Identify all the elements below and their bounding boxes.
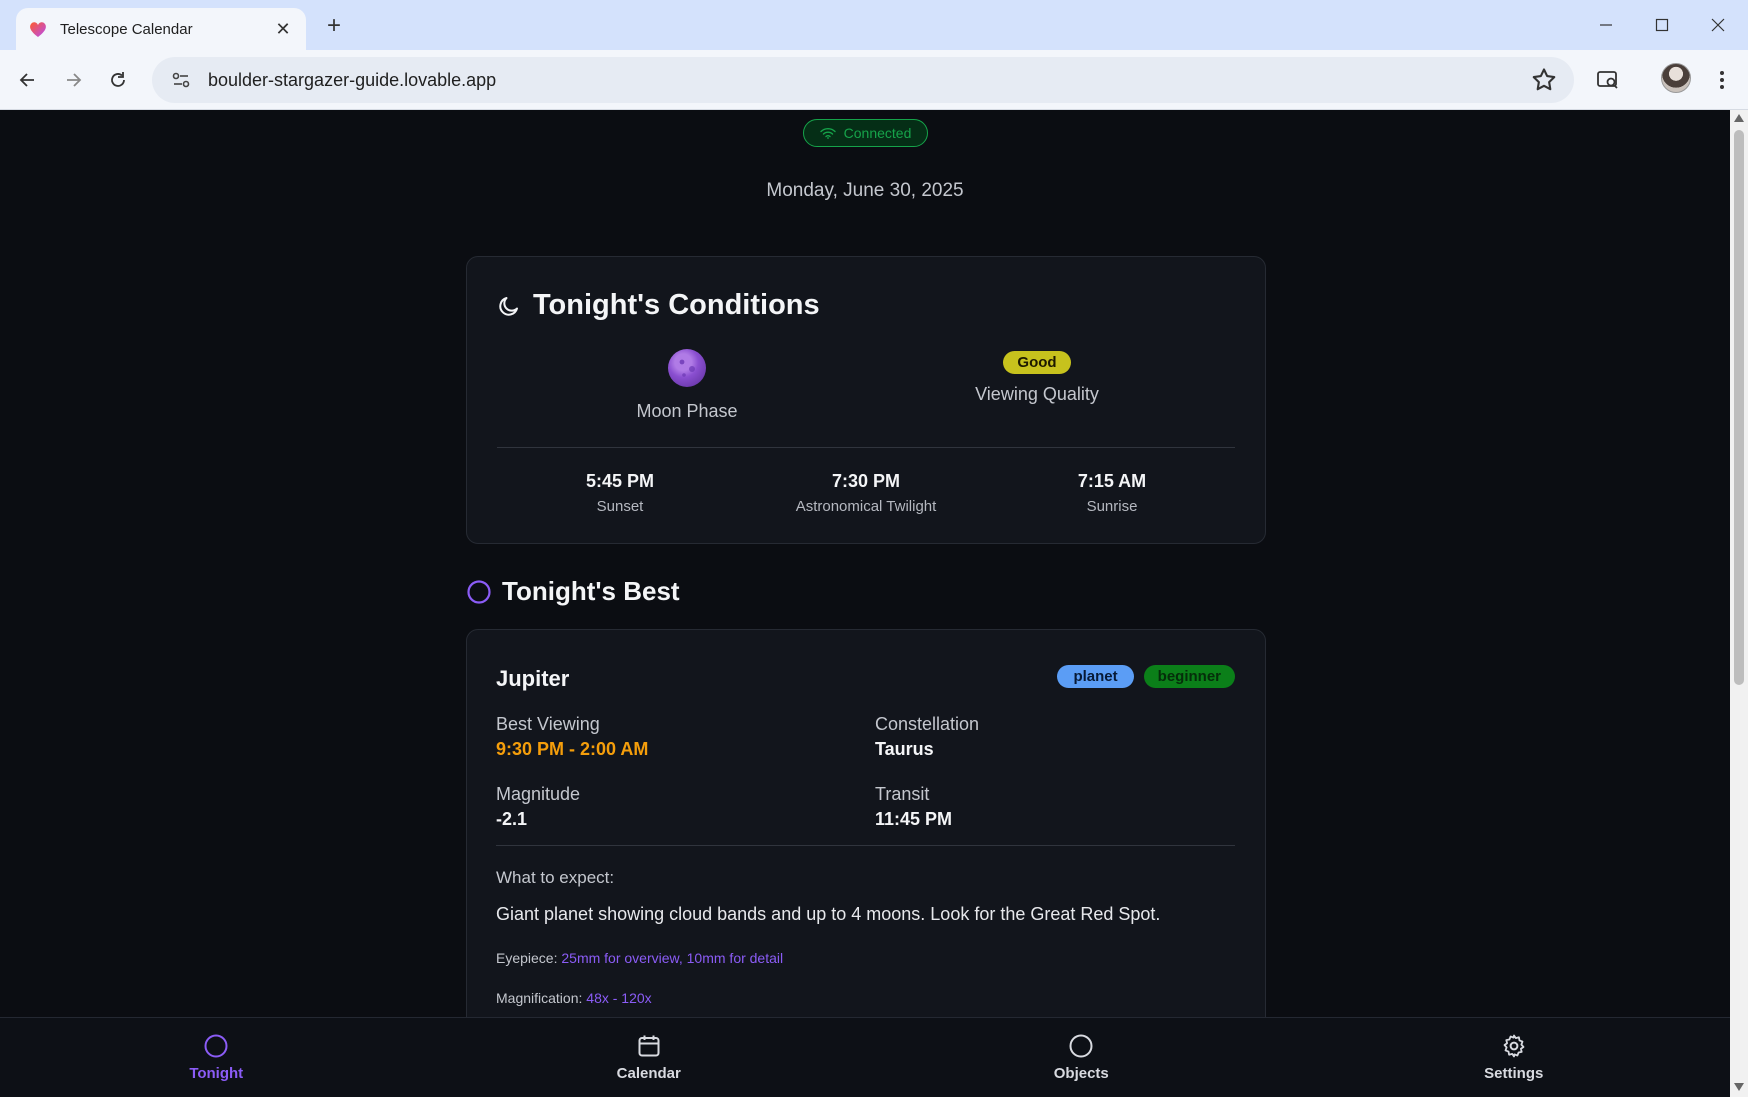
sunset-time: 5:45 PM Sunset bbox=[585, 471, 655, 515]
minimize-icon[interactable] bbox=[1578, 8, 1634, 42]
transit-value: 11:45 PM bbox=[875, 809, 953, 829]
moon-icon bbox=[499, 296, 518, 316]
nav-tonight[interactable]: Tonight bbox=[0, 1018, 433, 1097]
eyepiece-info: Eyepiece: 25mm for overview, 10mm for de… bbox=[496, 950, 784, 966]
tag-beginner: beginner bbox=[1143, 665, 1235, 688]
scroll-down-arrow[interactable] bbox=[1734, 1083, 1744, 1091]
tab-strip: Telescope Calendar ✕ + bbox=[0, 0, 1748, 50]
moon-phase-icon bbox=[668, 349, 706, 387]
sunrise-time: 7:15 AM Sunrise bbox=[1077, 471, 1147, 515]
circle-icon bbox=[204, 1034, 228, 1058]
browser-tab[interactable]: Telescope Calendar ✕ bbox=[16, 8, 306, 50]
nav-objects[interactable]: Objects bbox=[865, 1018, 1298, 1097]
url-text[interactable]: boulder-stargazer-guide.lovable.app bbox=[208, 70, 496, 91]
close-window-icon[interactable] bbox=[1690, 8, 1746, 42]
lovable-heart-icon bbox=[30, 22, 46, 37]
connection-status-badge: Connected bbox=[803, 119, 928, 147]
address-bar[interactable]: boulder-stargazer-guide.lovable.app bbox=[152, 57, 1574, 103]
maximize-icon[interactable] bbox=[1634, 8, 1690, 42]
profile-avatar[interactable] bbox=[1661, 63, 1691, 93]
what-to-expect-text: Giant planet showing cloud bands and up … bbox=[496, 904, 1161, 924]
conditions-title: Tonight's Conditions bbox=[533, 289, 820, 321]
vertical-scrollbar[interactable] bbox=[1730, 110, 1748, 1097]
astronomical-twilight-time: 7:30 PM Astronomical Twilight bbox=[795, 471, 937, 515]
magnitude-field: Magnitude -2.1 bbox=[496, 784, 581, 829]
connection-status-text: Connected bbox=[843, 125, 912, 141]
wifi-icon bbox=[819, 127, 836, 139]
nav-calendar[interactable]: Calendar bbox=[433, 1018, 866, 1097]
magnification-value: 48x - 120x bbox=[586, 990, 652, 1006]
viewing-quality-badge: Good bbox=[1003, 351, 1071, 374]
transit-field: Transit 11:45 PM bbox=[875, 784, 953, 829]
page-viewport: Connected Monday, June 30, 2025 Tonight'… bbox=[0, 110, 1730, 1097]
gear-icon bbox=[1503, 1034, 1525, 1058]
conditions-header: Tonight's Conditions bbox=[497, 289, 820, 322]
tonights-best-header: Tonight's Best bbox=[466, 576, 680, 607]
moon-phase-label: Moon Phase bbox=[636, 401, 738, 421]
what-to-expect-label: What to expect: bbox=[496, 868, 615, 887]
sun-times-row: 5:45 PM Sunset 7:30 PM Astronomical Twil… bbox=[497, 471, 1235, 515]
viewing-quality-label: Viewing Quality bbox=[975, 384, 1099, 404]
divider bbox=[497, 447, 1235, 448]
bottom-navigation: Tonight Calendar Objects Settings bbox=[0, 1017, 1730, 1097]
new-tab-icon[interactable]: + bbox=[318, 10, 350, 42]
magnitude-value: -2.1 bbox=[496, 809, 528, 829]
best-viewing-field: Best Viewing 9:30 PM - 2:00 AM bbox=[496, 714, 649, 759]
circle-icon bbox=[467, 579, 491, 604]
divider bbox=[496, 845, 1235, 846]
reload-icon[interactable] bbox=[100, 62, 136, 98]
nav-settings[interactable]: Settings bbox=[1298, 1018, 1731, 1097]
browser-chrome: Telescope Calendar ✕ + boulder-stargazer… bbox=[0, 0, 1748, 110]
bookmark-star-icon[interactable] bbox=[1530, 66, 1558, 94]
tonights-conditions-card: Tonight's Conditions Moon Phase Good Vie… bbox=[466, 256, 1266, 544]
forward-icon[interactable] bbox=[55, 62, 91, 98]
scrollbar-thumb[interactable] bbox=[1734, 130, 1744, 685]
current-date: Monday, June 30, 2025 bbox=[766, 180, 964, 201]
circle-icon bbox=[1069, 1034, 1093, 1058]
moon-phase-block: Moon Phase bbox=[577, 349, 797, 422]
best-viewing-value: 9:30 PM - 2:00 AM bbox=[496, 739, 649, 759]
object-tags: planet beginner bbox=[1057, 665, 1235, 688]
tonights-best-title: Tonight's Best bbox=[502, 576, 680, 606]
tab-close-icon[interactable]: ✕ bbox=[272, 19, 294, 40]
constellation-field: Constellation Taurus bbox=[875, 714, 980, 759]
tab-title: Telescope Calendar bbox=[60, 20, 193, 38]
calendar-icon bbox=[638, 1035, 660, 1057]
eyepiece-value: 25mm for overview, 10mm for detail bbox=[561, 950, 784, 966]
constellation-value: Taurus bbox=[875, 739, 934, 759]
site-settings-icon[interactable] bbox=[170, 69, 192, 91]
viewing-quality-block: Good Viewing Quality bbox=[917, 351, 1157, 405]
menu-dots-icon[interactable] bbox=[1706, 64, 1738, 96]
magnification-info: Magnification: 48x - 120x bbox=[496, 990, 652, 1006]
tag-planet: planet bbox=[1057, 665, 1134, 688]
google-lens-icon[interactable] bbox=[1592, 64, 1624, 96]
back-icon[interactable] bbox=[10, 62, 46, 98]
object-name: Jupiter bbox=[496, 666, 570, 691]
scroll-up-arrow[interactable] bbox=[1734, 114, 1744, 122]
